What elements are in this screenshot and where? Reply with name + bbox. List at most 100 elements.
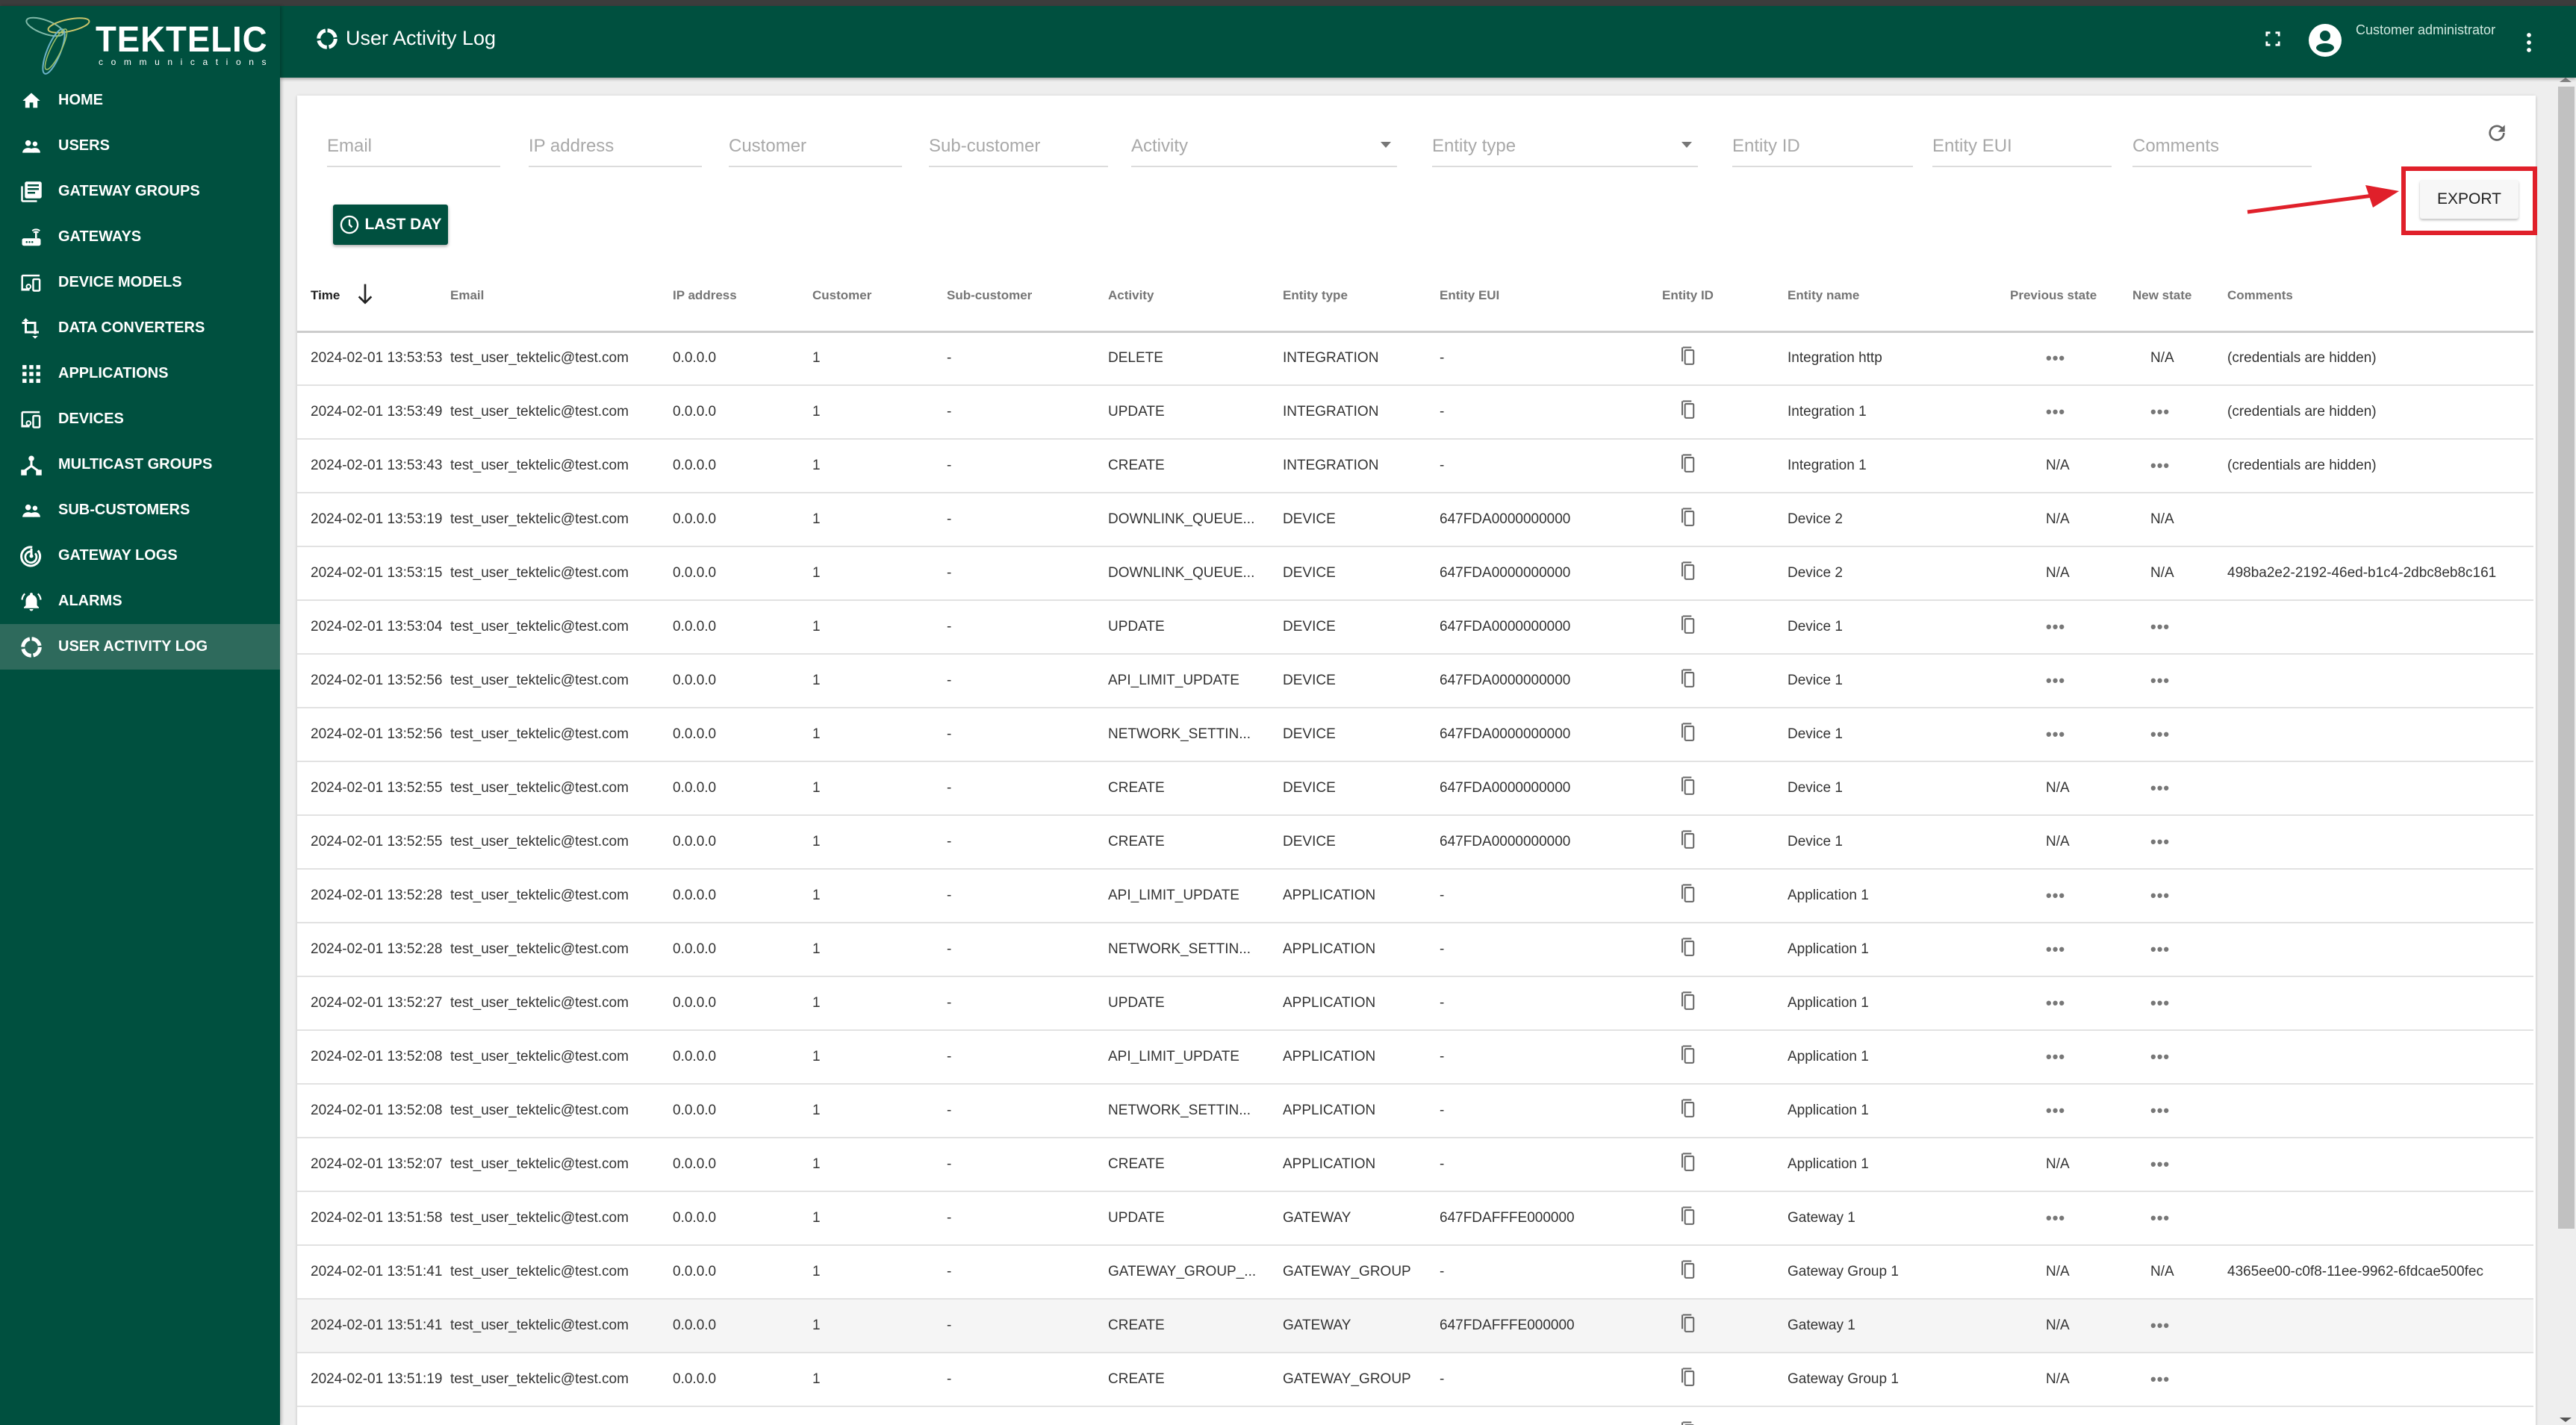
- scroll-up-arrow-icon[interactable]: [2560, 78, 2572, 82]
- more-horiz-icon[interactable]: •••: [2150, 886, 2170, 905]
- scroll-down-arrow-icon[interactable]: [2560, 1418, 2572, 1422]
- column-header-entity-id[interactable]: Entity ID: [1662, 261, 1788, 333]
- more-horiz-icon[interactable]: •••: [2150, 1155, 2170, 1173]
- email-filter-input[interactable]: [327, 131, 500, 161]
- table-row[interactable]: 2024-02-01 13:53:49 test_user_tektelic@te…: [297, 385, 2533, 440]
- customer-filter[interactable]: [729, 131, 902, 167]
- more-horiz-icon[interactable]: •••: [2150, 1047, 2170, 1066]
- refresh-icon[interactable]: [2485, 121, 2509, 149]
- copy-icon[interactable]: [1680, 669, 1696, 693]
- tektelic-logo[interactable]: TEKTELIC communications: [0, 6, 280, 78]
- table-row[interactable]: 2024-02-01 13:53:15 test_user_tektelic@te…: [297, 546, 2533, 601]
- more-horiz-icon[interactable]: •••: [2046, 1047, 2065, 1066]
- copy-icon[interactable]: [1680, 723, 1696, 746]
- column-header-entity-type[interactable]: Entity type: [1283, 261, 1440, 333]
- customer-filter-input[interactable]: [729, 131, 902, 161]
- sidebar-item-sub-customers[interactable]: SUB-CUSTOMERS: [0, 487, 280, 533]
- table-row[interactable]: 2024-02-01 13:52:07 test_user_tektelic@te…: [297, 1138, 2533, 1192]
- more-horiz-icon[interactable]: •••: [2046, 1101, 2065, 1120]
- copy-icon[interactable]: [1680, 615, 1696, 639]
- more-horiz-icon[interactable]: •••: [2150, 617, 2170, 636]
- table-row[interactable]: 2024-02-01 13:51:58 test_user_tektelic@te…: [297, 1191, 2533, 1246]
- more-horiz-icon[interactable]: •••: [2150, 1101, 2170, 1120]
- entity-id-filter-input[interactable]: [1732, 131, 1913, 161]
- more-horiz-icon[interactable]: •••: [2046, 886, 2065, 905]
- table-row[interactable]: 2024-02-01 13:51:41 test_user_tektelic@te…: [297, 1245, 2533, 1300]
- sidebar-item-alarms[interactable]: ALARMS: [0, 579, 280, 624]
- sidebar-item-device-models[interactable]: DEVICE MODELS: [0, 260, 280, 305]
- table-row[interactable]: 2024-02-01 13:53:19 test_user_tektelic@te…: [297, 493, 2533, 547]
- copy-icon[interactable]: [1680, 938, 1696, 961]
- sidebar-item-devices[interactable]: DEVICES: [0, 396, 280, 442]
- table-row[interactable]: 2024-02-01 13:52:28 test_user_tektelic@te…: [297, 869, 2533, 923]
- more-horiz-icon[interactable]: •••: [2046, 671, 2065, 690]
- account-avatar-icon[interactable]: [2307, 22, 2343, 62]
- sidebar-item-gateway-logs[interactable]: GATEWAY LOGS: [0, 533, 280, 579]
- table-row[interactable]: 2024-02-01 13:52:55 test_user_tektelic@te…: [297, 815, 2533, 870]
- activity-select-input[interactable]: [1131, 131, 1397, 161]
- column-header-entity-eui[interactable]: Entity EUI: [1440, 261, 1662, 333]
- entity-type-select[interactable]: [1432, 131, 1698, 167]
- entity-eui-filter-input[interactable]: [1932, 131, 2112, 161]
- column-header-comments[interactable]: Comments: [2227, 261, 2533, 333]
- more-horiz-icon[interactable]: •••: [2046, 940, 2065, 958]
- sub-customer-filter-input[interactable]: [929, 131, 1108, 161]
- sidebar-item-user-activity-log[interactable]: USER ACTIVITY LOG: [0, 624, 280, 670]
- sidebar-item-applications[interactable]: APPLICATIONS: [0, 351, 280, 396]
- more-horiz-icon[interactable]: •••: [2150, 940, 2170, 958]
- copy-icon[interactable]: [1680, 400, 1696, 424]
- sidebar-item-multicast-groups[interactable]: MULTICAST GROUPS: [0, 442, 280, 487]
- more-horiz-icon[interactable]: •••: [2046, 1209, 2065, 1227]
- copy-icon[interactable]: [1680, 508, 1696, 531]
- comments-filter[interactable]: [2132, 131, 2312, 167]
- sub-customer-filter[interactable]: [929, 131, 1108, 167]
- entity-id-filter[interactable]: [1732, 131, 1913, 167]
- more-vert-icon[interactable]: [2524, 31, 2534, 57]
- table-row[interactable]: 2024-02-01 13:52:55 test_user_tektelic@te…: [297, 761, 2533, 816]
- copy-icon[interactable]: [1680, 1368, 1696, 1391]
- copy-icon[interactable]: [1680, 776, 1696, 800]
- column-header-new-state[interactable]: New state: [2132, 261, 2227, 333]
- sort-descending-arrow-icon[interactable]: [357, 283, 373, 309]
- sidebar-item-gateway-groups[interactable]: GATEWAY GROUPS: [0, 169, 280, 214]
- ip-address-filter-input[interactable]: [529, 131, 702, 161]
- sidebar-item-home[interactable]: HOME: [0, 78, 280, 123]
- table-row[interactable]: 2024-02-01 13:52:28 test_user_tektelic@te…: [297, 923, 2533, 977]
- copy-icon[interactable]: [1680, 1153, 1696, 1176]
- ip-address-filter[interactable]: [529, 131, 702, 167]
- table-row[interactable]: 2024-02-01 13:52:56 test_user_tektelic@te…: [297, 654, 2533, 708]
- copy-icon[interactable]: [1680, 1260, 1696, 1284]
- copy-icon[interactable]: [1680, 454, 1696, 478]
- table-row[interactable]: 2024-02-01 13:50:35test_user_tektelic@te…: [297, 1406, 2533, 1425]
- table-row[interactable]: 2024-02-01 13:53:43 test_user_tektelic@te…: [297, 439, 2533, 493]
- column-header-entity-name[interactable]: Entity name: [1788, 261, 2010, 333]
- more-horiz-icon[interactable]: •••: [2046, 994, 2065, 1012]
- copy-icon[interactable]: [1680, 884, 1696, 908]
- copy-icon[interactable]: [1680, 991, 1696, 1015]
- more-horiz-icon[interactable]: •••: [2046, 349, 2065, 367]
- table-row[interactable]: 2024-02-01 13:52:08 test_user_tektelic@te…: [297, 1030, 2533, 1085]
- fullscreen-icon[interactable]: [2262, 28, 2283, 53]
- column-header-activity[interactable]: Activity: [1108, 261, 1283, 333]
- comments-filter-input[interactable]: [2132, 131, 2312, 161]
- copy-icon[interactable]: [1680, 1314, 1696, 1338]
- copy-icon[interactable]: [1680, 561, 1696, 585]
- more-horiz-icon[interactable]: •••: [2150, 1370, 2170, 1388]
- sidebar-item-users[interactable]: USERS: [0, 123, 280, 169]
- table-row[interactable]: 2024-02-01 13:52:56 test_user_tektelic@te…: [297, 708, 2533, 762]
- column-header-sub-customer[interactable]: Sub-customer: [947, 261, 1108, 333]
- more-horiz-icon[interactable]: •••: [2150, 402, 2170, 421]
- table-row[interactable]: 2024-02-01 13:53:04 test_user_tektelic@te…: [297, 600, 2533, 655]
- more-horiz-icon[interactable]: •••: [2150, 1316, 2170, 1335]
- table-row[interactable]: 2024-02-01 13:51:19 test_user_tektelic@te…: [297, 1353, 2533, 1407]
- table-row[interactable]: 2024-02-01 13:52:27 test_user_tektelic@te…: [297, 976, 2533, 1031]
- more-horiz-icon[interactable]: •••: [2046, 402, 2065, 421]
- last-day-button[interactable]: LAST DAY: [333, 205, 448, 245]
- column-header-ip-address[interactable]: IP address: [673, 261, 812, 333]
- scrollbar-thumb[interactable]: [2558, 87, 2575, 1229]
- more-horiz-icon[interactable]: •••: [2046, 725, 2065, 743]
- table-row[interactable]: 2024-02-01 13:53:53 test_user_tektelic@te…: [297, 331, 2533, 386]
- export-button[interactable]: EXPORT: [2420, 180, 2519, 219]
- table-row[interactable]: 2024-02-01 13:51:41 test_user_tektelic@te…: [297, 1299, 2533, 1353]
- more-horiz-icon[interactable]: •••: [2150, 1209, 2170, 1227]
